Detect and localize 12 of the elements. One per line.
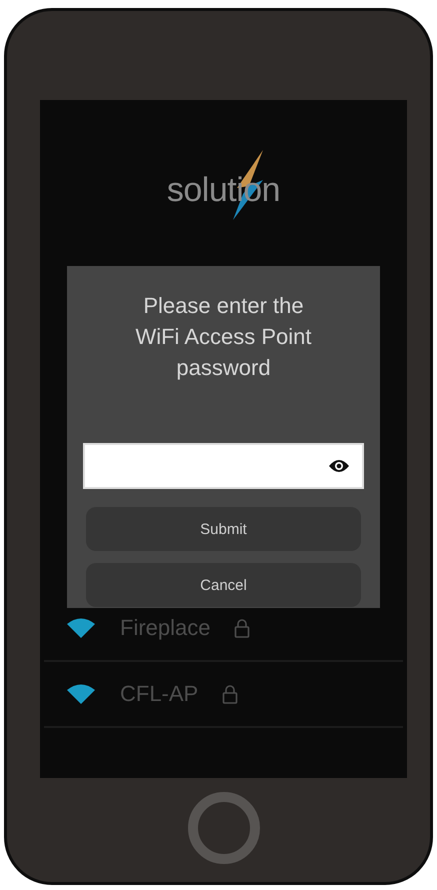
password-field[interactable] xyxy=(83,443,364,489)
network-name: CFL-AP xyxy=(120,681,198,707)
cancel-button[interactable]: Cancel xyxy=(86,563,361,607)
submit-button[interactable]: Submit xyxy=(86,507,361,551)
wifi-icon xyxy=(66,683,96,705)
eye-icon[interactable] xyxy=(328,458,350,474)
lock-icon xyxy=(234,618,250,638)
network-name: Fireplace xyxy=(120,615,210,641)
lock-icon xyxy=(222,684,238,704)
home-button[interactable] xyxy=(188,792,260,864)
wifi-icon xyxy=(66,617,96,639)
dialog-title: Please enter the WiFi Access Point password xyxy=(134,292,313,382)
